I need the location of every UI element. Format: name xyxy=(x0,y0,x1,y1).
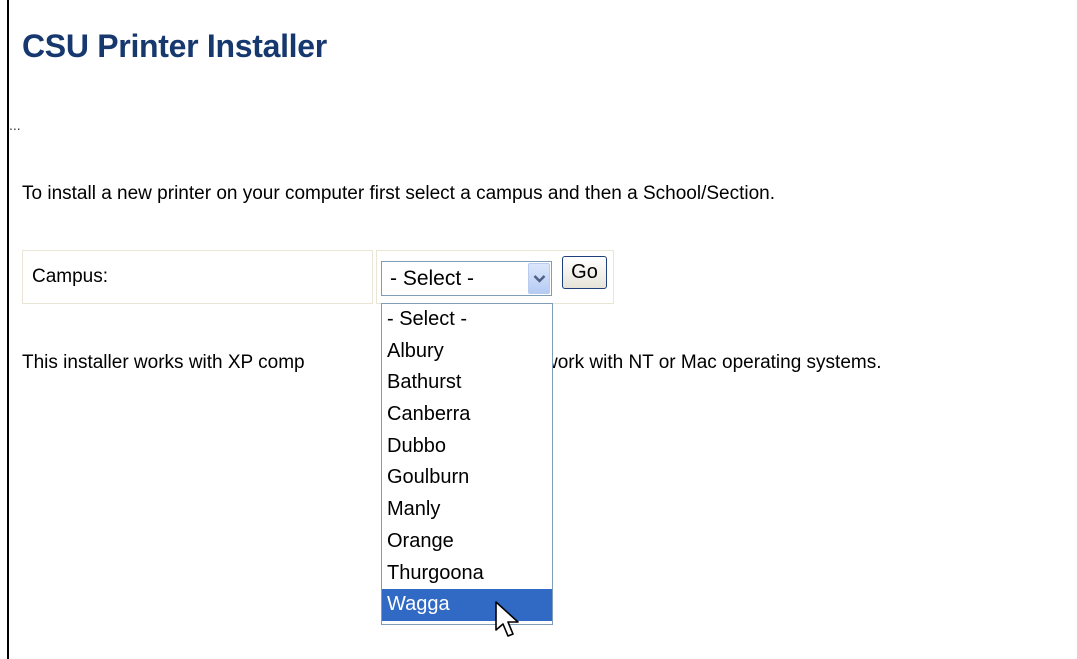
campus-option[interactable]: Goulburn xyxy=(382,462,552,494)
campus-option[interactable]: Thurgoona xyxy=(382,558,552,590)
campus-option[interactable]: Manly xyxy=(382,494,552,526)
campus-option[interactable]: Dubbo xyxy=(382,431,552,463)
page-title: CSU Printer Installer xyxy=(22,28,327,64)
campus-select-value: - Select - xyxy=(390,267,475,290)
campus-select[interactable]: - Select - xyxy=(381,261,552,296)
mouse-pointer-icon xyxy=(495,601,519,637)
dropdown-arrow-button[interactable] xyxy=(528,263,550,294)
campus-label: Campus: xyxy=(32,266,109,287)
campus-option[interactable]: Canberra xyxy=(382,399,552,431)
ellipsis-text: ... xyxy=(9,117,21,133)
note-text-start: This installer works with XP comp xyxy=(22,352,305,373)
campus-dropdown-list[interactable]: - Select - Albury Bathurst Canberra Dubbo Gou… xyxy=(381,303,553,625)
chevron-down-icon xyxy=(533,275,546,283)
campus-option[interactable]: Orange xyxy=(382,526,552,558)
page-left-border xyxy=(7,0,9,659)
campus-option[interactable]: Albury xyxy=(382,336,552,368)
campus-option[interactable]: - Select - xyxy=(382,304,552,336)
campus-option[interactable]: Bathurst xyxy=(382,367,552,399)
go-button[interactable]: Go xyxy=(562,256,607,289)
intro-text: To install a new printer on your compute… xyxy=(22,183,776,204)
